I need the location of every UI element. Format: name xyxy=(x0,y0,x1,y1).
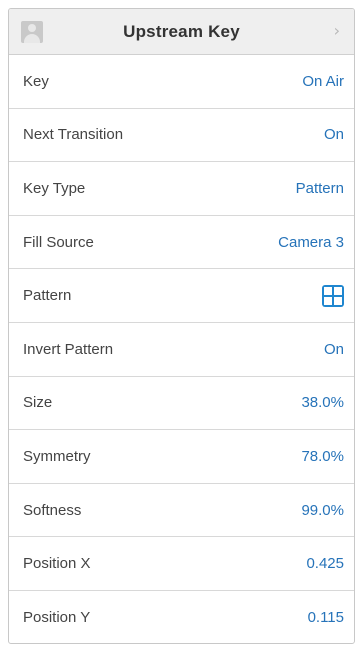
setting-label: Key Type xyxy=(23,179,86,197)
panel-header[interactable]: Upstream Key › xyxy=(9,9,354,55)
setting-value: 0.115 xyxy=(307,609,344,627)
setting-label: Symmetry xyxy=(23,447,91,465)
setting-label: Invert Pattern xyxy=(23,340,114,358)
setting-row-size[interactable]: Size 38.0% xyxy=(9,377,354,431)
setting-row-next-transition[interactable]: Next Transition On xyxy=(9,109,354,163)
setting-value: 78.0% xyxy=(301,447,344,465)
setting-value: Camera 3 xyxy=(278,233,344,251)
setting-label: Key xyxy=(23,72,49,90)
setting-label: Position Y xyxy=(23,609,91,627)
setting-value: On Air xyxy=(302,72,344,90)
setting-label: Position X xyxy=(23,555,91,573)
setting-label: Size xyxy=(23,394,53,412)
setting-value: 99.0% xyxy=(301,501,344,519)
setting-label: Fill Source xyxy=(23,233,94,251)
settings-list: Key On Air Next Transition On Key Type P… xyxy=(9,55,354,643)
setting-row-invert-pattern[interactable]: Invert Pattern On xyxy=(9,323,354,377)
setting-row-softness[interactable]: Softness 99.0% xyxy=(9,484,354,538)
setting-label: Next Transition xyxy=(23,126,124,144)
setting-row-symmetry[interactable]: Symmetry 78.0% xyxy=(9,430,354,484)
setting-row-key[interactable]: Key On Air xyxy=(9,55,354,109)
chevron-right-icon[interactable]: › xyxy=(334,21,340,40)
setting-value: On xyxy=(323,126,344,144)
setting-value: 38.0% xyxy=(301,394,344,412)
setting-row-position-x[interactable]: Position X 0.425 xyxy=(9,537,354,591)
setting-label: Pattern xyxy=(23,287,72,305)
setting-value: Pattern xyxy=(295,179,344,197)
setting-row-position-y[interactable]: Position Y 0.115 xyxy=(9,591,354,643)
setting-value: On xyxy=(323,340,344,358)
setting-value: 0.425 xyxy=(306,555,344,573)
setting-row-key-type[interactable]: Key Type Pattern xyxy=(9,162,354,216)
setting-label: Softness xyxy=(23,501,82,519)
panel-title: Upstream Key xyxy=(123,21,240,41)
setting-row-fill-source[interactable]: Fill Source Camera 3 xyxy=(9,216,354,270)
user-avatar-icon xyxy=(21,21,43,43)
setting-row-pattern[interactable]: Pattern xyxy=(9,269,354,323)
box-wipe-pattern-icon xyxy=(322,284,344,307)
upstream-key-panel: Upstream Key › Key On Air Next Transitio… xyxy=(8,8,355,644)
